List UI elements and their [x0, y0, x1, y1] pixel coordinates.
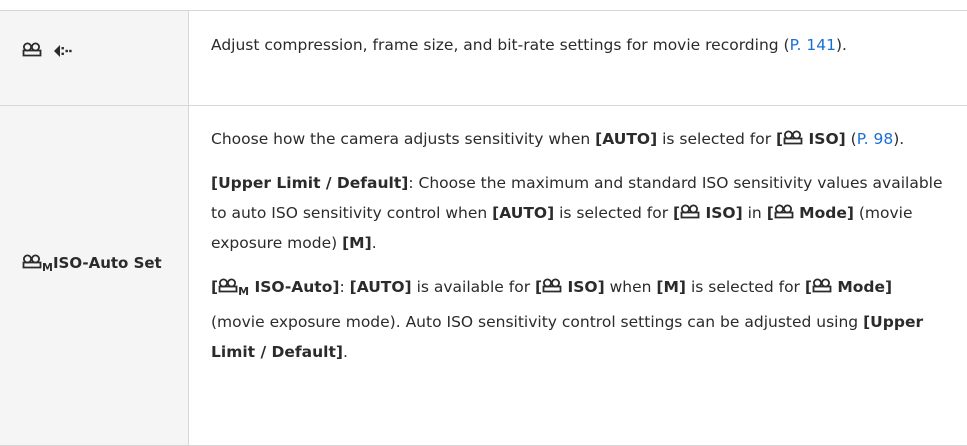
bracket: [: [535, 278, 543, 296]
setting-description-cell: Choose how the camera adjusts sensitivit…: [188, 105, 967, 446]
setting-description: Adjust compression, frame size, and bit-…: [189, 11, 967, 60]
description-text: when: [604, 278, 657, 296]
setting-description-cell: Adjust compression, frame size, and bit-…: [188, 10, 967, 106]
bold-option-text: Mode]: [793, 204, 854, 222]
table-row: MISO-Auto Set Choose how the camera adju…: [0, 105, 967, 446]
setting-label-text: ISO-Auto Set: [52, 254, 162, 272]
setting-label: MISO-Auto Set: [0, 106, 188, 283]
bold-option: [ ISO]: [776, 130, 846, 148]
bold-option: [M]: [342, 234, 372, 252]
movie-icon: [22, 254, 42, 269]
bracket: [: [766, 204, 774, 222]
bracket: [: [211, 278, 219, 296]
bracket: [: [776, 130, 784, 148]
bold-option: [AUTO]: [349, 278, 412, 296]
movie-icon: [218, 278, 238, 293]
description-text: :: [339, 278, 350, 296]
description-text: Choose how the camera adjusts sensitivit…: [211, 130, 596, 148]
movie-icon: [774, 204, 794, 219]
bold-option: [AUTO]: [492, 204, 555, 222]
bold-option: [ ISO]: [673, 204, 743, 222]
page-reference-link[interactable]: P. 98: [857, 130, 894, 148]
bold-option-text: ISO-Auto]: [249, 278, 340, 296]
page-reference-link[interactable]: P. 141: [790, 36, 836, 54]
bold-option-text: ISO]: [562, 278, 605, 296]
mode-subscript: M: [42, 261, 53, 274]
movie-icon: [22, 42, 42, 57]
bold-option: [Upper Limit / Default]: [211, 174, 409, 192]
settings-table: Adjust compression, frame size, and bit-…: [0, 10, 967, 446]
bold-option: [AUTO]: [595, 130, 658, 148]
bold-option-text: ISO]: [803, 130, 846, 148]
description-paragraph: [Upper Limit / Default]: Choose the maxi…: [211, 168, 945, 258]
description-paragraph: Choose how the camera adjusts sensitivit…: [211, 124, 945, 154]
description-text: .: [342, 343, 348, 361]
description-text: Adjust compression, frame size, and bit-…: [211, 36, 790, 54]
setting-label-cell: [0, 10, 189, 106]
compression-icon: [54, 45, 72, 57]
bold-option: [ Mode]: [805, 278, 892, 296]
description-text: ).: [835, 36, 847, 54]
description-text: is available for: [411, 278, 536, 296]
table-row: Adjust compression, frame size, and bit-…: [0, 10, 967, 106]
bracket: [: [804, 278, 812, 296]
movie-icon: [542, 278, 562, 293]
setting-description: Choose how the camera adjusts sensitivit…: [189, 106, 967, 367]
setting-label: [0, 11, 188, 61]
description-text: (movie exposure mode). Auto ISO sensitiv…: [211, 313, 864, 331]
bold-option-text: ISO]: [700, 204, 743, 222]
setting-label-cell: MISO-Auto Set: [0, 105, 189, 446]
movie-icon: [783, 130, 803, 145]
bold-option: [M]: [656, 278, 687, 296]
bracket: [: [673, 204, 681, 222]
description-text: (: [845, 130, 857, 148]
description-paragraph: [ M ISO-Auto]: [AUTO] is available for [ …: [211, 272, 945, 367]
bold-option: [ Mode]: [767, 204, 854, 222]
mode-subscript: M: [238, 285, 250, 298]
description-text: is selected for: [686, 278, 805, 296]
description-text: ).: [893, 130, 905, 148]
bold-option: [ ISO]: [535, 278, 605, 296]
description-text: .: [371, 234, 377, 252]
bold-option-text: Mode]: [831, 278, 893, 296]
movie-icon: [812, 278, 832, 293]
bold-option: [ M ISO-Auto]: [211, 278, 340, 298]
description-text: is selected for: [554, 204, 674, 222]
movie-icon: [680, 204, 700, 219]
description-text: is selected for: [657, 130, 777, 148]
description-text: in: [742, 204, 767, 222]
